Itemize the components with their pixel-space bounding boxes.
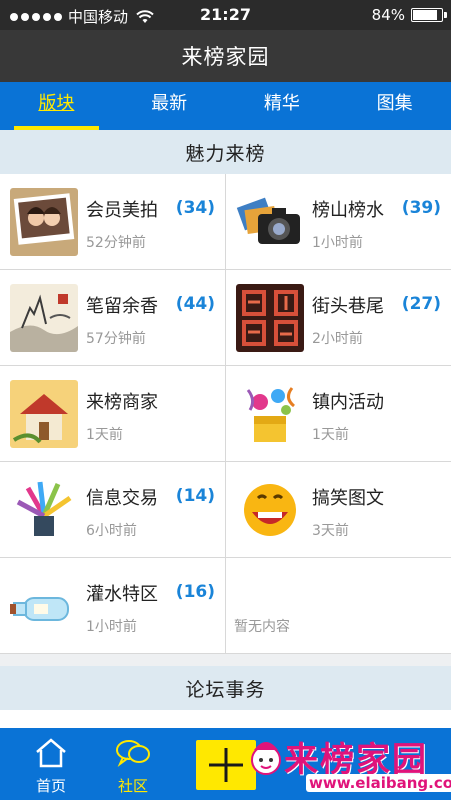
- forum-grid: 会员美拍 (34) 52分钟前 榜山榜水 (39) 1小时前 笔留余香 (44)…: [0, 174, 451, 654]
- camera-icon: [236, 188, 304, 256]
- forum-count: (27): [401, 294, 441, 314]
- forum-name: 搞笑图文: [312, 488, 384, 509]
- forum-item[interactable]: 笔留余香 (44) 57分钟前: [0, 270, 226, 365]
- partial-row: [0, 710, 451, 728]
- watermark-logo: 来榜家园 www.elaibang.com: [246, 730, 451, 800]
- tab-sections[interactable]: 版块: [0, 82, 113, 130]
- colorful-burst-icon: [10, 476, 78, 544]
- forum-count: (39): [401, 198, 441, 218]
- empty-cell: 暂无内容: [226, 558, 451, 653]
- forum-name: 笔留余香: [86, 296, 158, 317]
- empty-text: 暂无内容: [234, 619, 290, 635]
- forum-time: 52分钟前: [86, 235, 146, 251]
- nav-label: 首页: [35, 777, 66, 795]
- forum-time: 1小时前: [312, 235, 363, 251]
- forum-count: (44): [175, 294, 215, 314]
- section-title: 论坛事务: [0, 666, 451, 710]
- tab-latest[interactable]: 最新: [113, 82, 226, 130]
- couple-photo-icon: [10, 188, 78, 256]
- forum-item[interactable]: 街头巷尾 (27) 2小时前: [226, 270, 451, 365]
- forum-item[interactable]: 信息交易 (14) 6小时前: [0, 462, 226, 557]
- gift-box-icon: [236, 380, 304, 448]
- forum-item[interactable]: 来榜商家 1天前: [0, 366, 226, 461]
- nav-home[interactable]: 首页: [16, 728, 86, 800]
- tab-gallery[interactable]: 图集: [338, 82, 451, 130]
- battery-percent: 84%: [371, 6, 405, 24]
- forum-time: 1天前: [86, 427, 123, 443]
- battery-icon: [411, 8, 447, 22]
- forum-item[interactable]: 榜山榜水 (39) 1小时前: [226, 174, 451, 269]
- nav-label: 社区: [117, 777, 148, 795]
- forum-name: 镇内活动: [312, 392, 384, 413]
- shop-house-icon: [10, 380, 78, 448]
- tab-featured[interactable]: 精华: [226, 82, 339, 130]
- forum-name: 来榜商家: [86, 392, 158, 413]
- home-icon: [36, 738, 66, 768]
- watermark-url: www.elaibang.com: [306, 774, 451, 792]
- forum-time: 1小时前: [86, 619, 137, 635]
- status-bar: 中国移动 21:27 84%: [0, 0, 451, 30]
- chat-bubbles-icon: [116, 740, 150, 768]
- tab-bar: 版块 最新 精华 图集: [0, 82, 451, 130]
- forum-name: 榜山榜水: [312, 200, 384, 221]
- section-title: 魅力来榜: [0, 130, 451, 174]
- laughing-face-icon: [236, 476, 304, 544]
- mascot-icon: [251, 742, 281, 775]
- forum-name: 会员美拍: [86, 200, 158, 221]
- street-calligraphy-icon: [236, 284, 304, 352]
- forum-item[interactable]: 灌水特区 (16) 1小时前: [0, 558, 226, 653]
- forum-count: (34): [175, 198, 215, 218]
- forum-count: (16): [175, 582, 215, 602]
- page-title: 来榜家园: [0, 30, 451, 82]
- forum-time: 6小时前: [86, 523, 137, 539]
- forum-item[interactable]: 搞笑图文 3天前: [226, 462, 451, 557]
- forum-name: 街头巷尾: [312, 296, 384, 317]
- forum-item[interactable]: 镇内活动 1天前: [226, 366, 451, 461]
- ink-painting-icon: [10, 284, 78, 352]
- bottle-icon: [10, 572, 78, 640]
- forum-time: 3天前: [312, 523, 349, 539]
- forum-name: 信息交易: [86, 488, 158, 509]
- forum-time: 2小时前: [312, 331, 363, 347]
- nav-community[interactable]: 社区: [98, 728, 168, 800]
- forum-item[interactable]: 会员美拍 (34) 52分钟前: [0, 174, 226, 269]
- forum-time: 1天前: [312, 427, 349, 443]
- forum-name: 灌水特区: [86, 584, 158, 605]
- forum-time: 57分钟前: [86, 331, 146, 347]
- forum-count: (14): [175, 486, 215, 506]
